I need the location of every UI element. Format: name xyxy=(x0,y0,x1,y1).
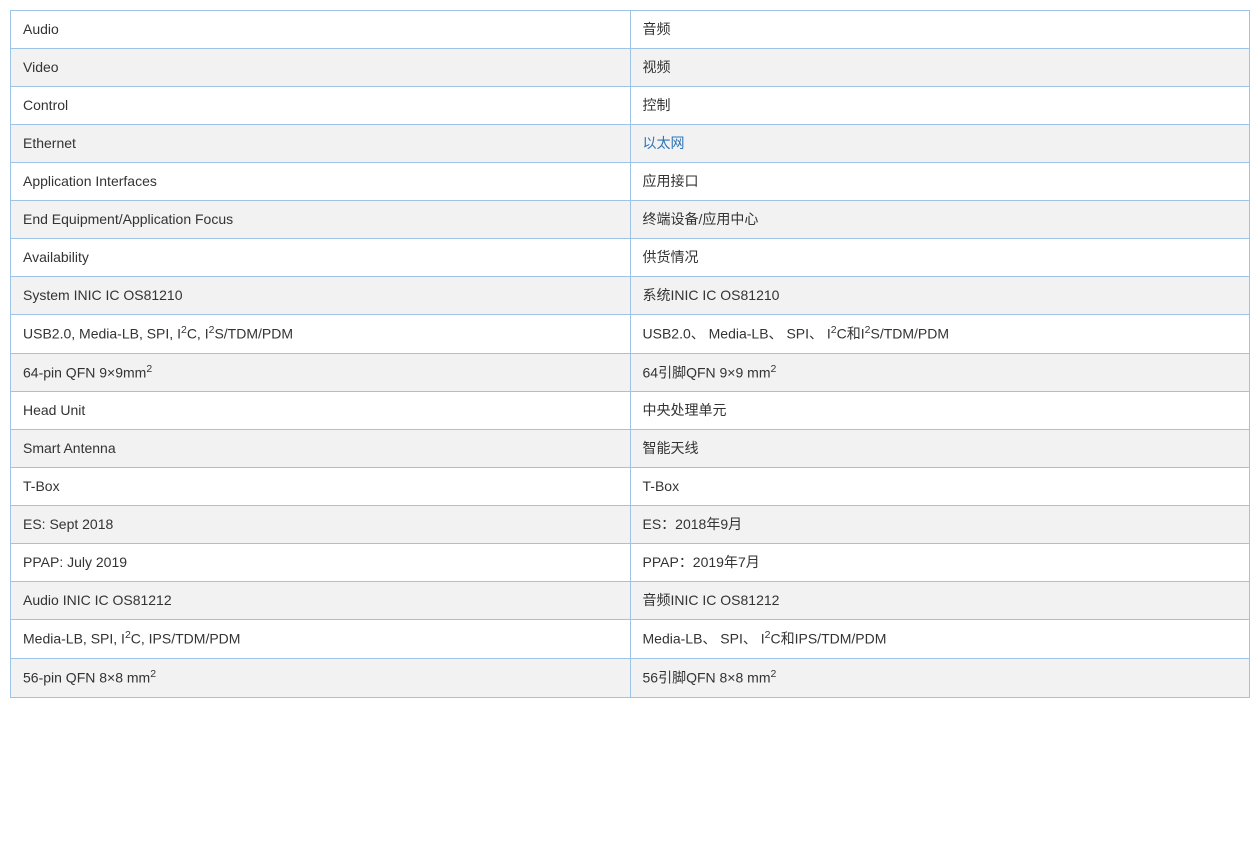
cell-en: Video xyxy=(11,49,631,87)
table-row: Audio音频 xyxy=(11,11,1250,49)
table-row: 64-pin QFN 9×9mm264引脚QFN 9×9 mm2 xyxy=(11,353,1250,392)
cell-zh: 中央处理单元 xyxy=(630,392,1250,430)
cell-zh: 视频 xyxy=(630,49,1250,87)
table-row: Video视频 xyxy=(11,49,1250,87)
cell-zh: 终端设备/应用中心 xyxy=(630,201,1250,239)
table-row: PPAP: July 2019PPAP：2019年7月 xyxy=(11,544,1250,582)
cell-en: PPAP: July 2019 xyxy=(11,544,631,582)
cell-en: Control xyxy=(11,87,631,125)
table-row: ES: Sept 2018ES：2018年9月 xyxy=(11,506,1250,544)
cell-zh: T-Box xyxy=(630,468,1250,506)
cell-en: USB2.0, Media-LB, SPI, I2C, I2S/TDM/PDM xyxy=(11,315,631,354)
cell-zh: 应用接口 xyxy=(630,163,1250,201)
cell-zh: 音频 xyxy=(630,11,1250,49)
table-row: End Equipment/Application Focus终端设备/应用中心 xyxy=(11,201,1250,239)
table-row: Ethernet以太网 xyxy=(11,125,1250,163)
table-row: Availability供货情况 xyxy=(11,239,1250,277)
cell-en: Audio INIC IC OS81212 xyxy=(11,582,631,620)
cell-en: Ethernet xyxy=(11,125,631,163)
cell-zh: 64引脚QFN 9×9 mm2 xyxy=(630,353,1250,392)
table-row: Smart Antenna智能天线 xyxy=(11,430,1250,468)
cell-zh: 音频INIC IC OS81212 xyxy=(630,582,1250,620)
table-row: USB2.0, Media-LB, SPI, I2C, I2S/TDM/PDMU… xyxy=(11,315,1250,354)
cell-en: 56-pin QFN 8×8 mm2 xyxy=(11,658,631,697)
table-row: T-BoxT-Box xyxy=(11,468,1250,506)
cell-en: T-Box xyxy=(11,468,631,506)
cell-zh: 供货情况 xyxy=(630,239,1250,277)
cell-en: Availability xyxy=(11,239,631,277)
table-row: System INIC IC OS81210系统INIC IC OS81210 xyxy=(11,277,1250,315)
cell-en: 64-pin QFN 9×9mm2 xyxy=(11,353,631,392)
cell-zh: Media-LB、 SPI、 I2C和IPS/TDM/PDM xyxy=(630,620,1250,659)
table-row: Media-LB, SPI, I2C, IPS/TDM/PDMMedia-LB、… xyxy=(11,620,1250,659)
main-table-container: Audio音频Video视频Control控制Ethernet以太网Applic… xyxy=(10,10,1250,698)
cell-en: ES: Sept 2018 xyxy=(11,506,631,544)
table-row: Application Interfaces应用接口 xyxy=(11,163,1250,201)
table-row: Audio INIC IC OS81212音频INIC IC OS81212 xyxy=(11,582,1250,620)
cell-en: Audio xyxy=(11,11,631,49)
table-row: Head Unit中央处理单元 xyxy=(11,392,1250,430)
cell-en: Application Interfaces xyxy=(11,163,631,201)
table-row: 56-pin QFN 8×8 mm256引脚QFN 8×8 mm2 xyxy=(11,658,1250,697)
cell-en: Media-LB, SPI, I2C, IPS/TDM/PDM xyxy=(11,620,631,659)
table-row: Control控制 xyxy=(11,87,1250,125)
cell-zh: PPAP：2019年7月 xyxy=(630,544,1250,582)
data-table: Audio音频Video视频Control控制Ethernet以太网Applic… xyxy=(10,10,1250,698)
cell-zh: ES：2018年9月 xyxy=(630,506,1250,544)
cell-zh: 系统INIC IC OS81210 xyxy=(630,277,1250,315)
cell-zh: 智能天线 xyxy=(630,430,1250,468)
cell-en: Head Unit xyxy=(11,392,631,430)
cell-zh: 控制 xyxy=(630,87,1250,125)
cell-en: Smart Antenna xyxy=(11,430,631,468)
cell-zh: 以太网 xyxy=(630,125,1250,163)
cell-zh: USB2.0、 Media-LB、 SPI、 I2C和I2S/TDM/PDM xyxy=(630,315,1250,354)
cell-en: End Equipment/Application Focus xyxy=(11,201,631,239)
cell-en: System INIC IC OS81210 xyxy=(11,277,631,315)
cell-zh: 56引脚QFN 8×8 mm2 xyxy=(630,658,1250,697)
